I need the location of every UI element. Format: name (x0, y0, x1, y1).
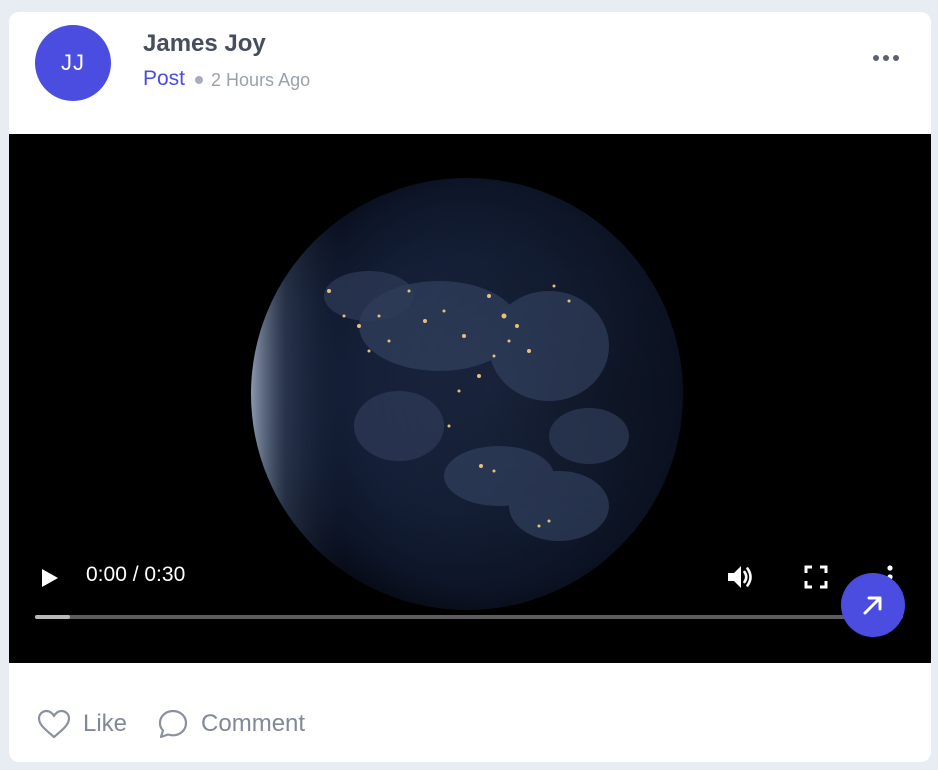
play-icon[interactable] (37, 566, 61, 590)
comment-label: Comment (201, 710, 306, 737)
open-post-button[interactable] (841, 573, 905, 637)
volume-icon[interactable] (725, 562, 755, 592)
video-progress-bar[interactable] (35, 615, 903, 619)
post-card: JJ James Joy Post 2 Hours Ago 0:00 / 0:3… (9, 12, 931, 762)
post-type-label[interactable]: Post (143, 67, 185, 91)
more-horizontal-icon (873, 55, 899, 61)
earth-video-frame (251, 178, 683, 610)
post-timestamp: 2 Hours Ago (211, 69, 311, 90)
more-options-button[interactable] (869, 46, 903, 70)
avatar-initials: JJ (61, 50, 85, 75)
fullscreen-icon[interactable] (802, 563, 830, 591)
post-meta: Post 2 Hours Ago (143, 67, 310, 91)
comment-bubble-icon (158, 709, 188, 739)
like-label: Like (83, 710, 128, 737)
video-player[interactable]: 0:00 / 0:30 (9, 134, 931, 663)
author-name[interactable]: James Joy (143, 30, 266, 58)
arrow-up-right-icon (863, 596, 882, 615)
video-time-display: 0:00 / 0:30 (86, 563, 186, 586)
post-actions: Like Comment (37, 708, 305, 740)
video-progress-buffered (35, 615, 70, 619)
avatar[interactable]: JJ (35, 25, 111, 101)
comment-button[interactable]: Comment (157, 708, 305, 740)
like-button[interactable]: Like (37, 709, 127, 739)
separator-dot (195, 76, 204, 84)
heart-icon (37, 709, 71, 739)
